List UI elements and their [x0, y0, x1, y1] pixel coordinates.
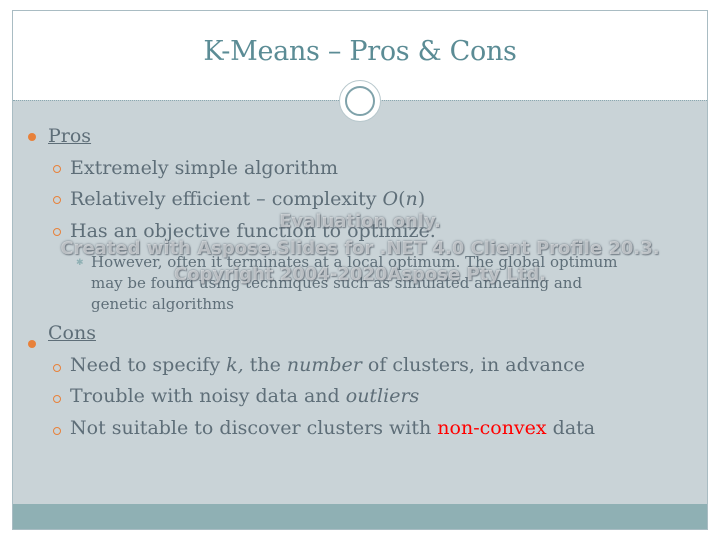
watermark-line-3: Copyright 2004-2020Aspose Pty Ltd. — [173, 264, 547, 285]
cons-item-1: Need to specify k, the number of cluster… — [70, 354, 585, 376]
bullet-circle — [53, 427, 61, 435]
bullet-circle — [53, 364, 61, 372]
bullet-dot — [28, 340, 36, 348]
pros-item-2: Relatively efficient – complexity O(n) — [70, 188, 426, 210]
bullet-dot — [28, 133, 36, 141]
cons-item-3: Not suitable to discover clusters with n… — [70, 417, 596, 439]
bullet-circle — [53, 196, 61, 204]
watermark-line-1: Evaluation only. — [279, 211, 441, 232]
watermark-line-2: Created with Aspose.Slides for .NET 4.0 … — [60, 238, 660, 259]
pros-item-1: Extremely simple algorithm — [70, 157, 339, 179]
bullet-circle — [53, 165, 61, 173]
bullet-circle — [53, 395, 61, 403]
cons-item-2: Trouble with noisy data and outliers — [70, 385, 420, 407]
cons-heading: Cons — [48, 322, 96, 344]
pros-heading: Pros — [48, 125, 92, 147]
